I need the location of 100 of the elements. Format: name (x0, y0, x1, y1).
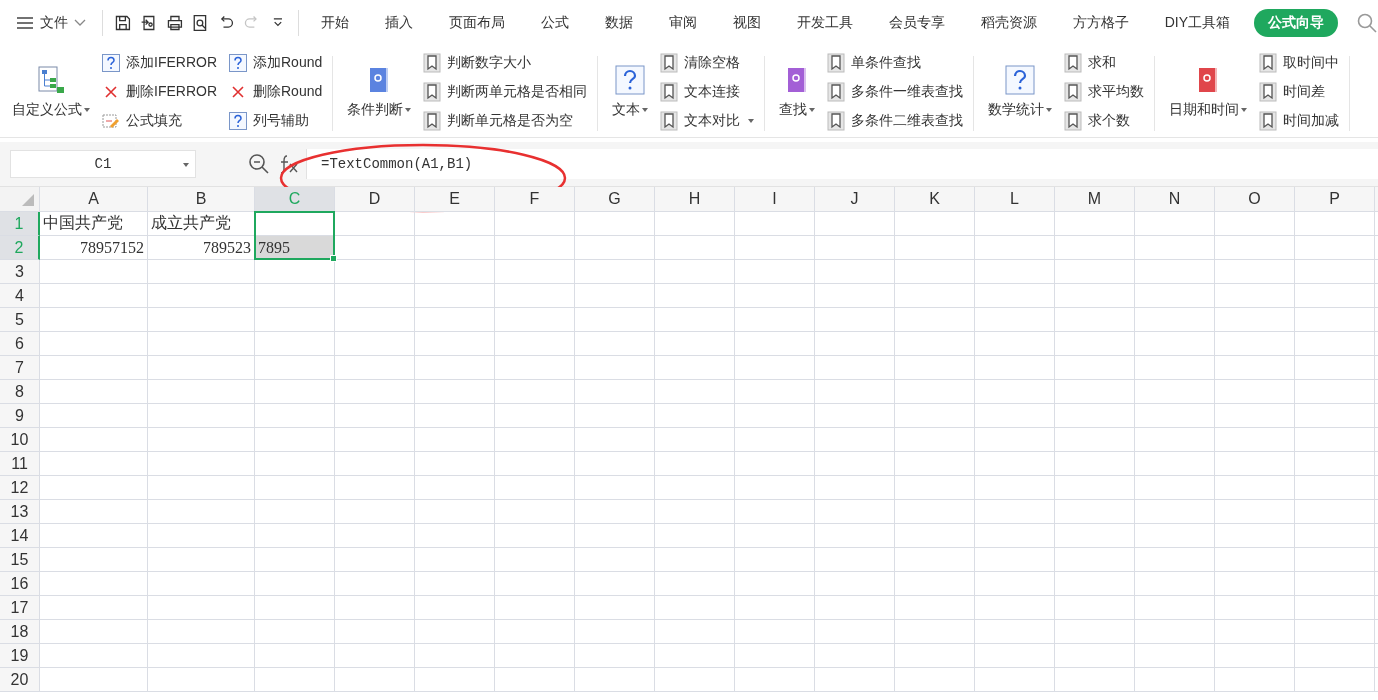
ribbon-large-button[interactable]: 查找 (767, 46, 822, 137)
ribbon-button[interactable]: 判断两单元格是否相同 (421, 79, 590, 104)
bookmark-icon (1259, 81, 1278, 102)
ribbon-large-button[interactable]: 文本 (600, 46, 655, 137)
bookmark-icon (423, 52, 442, 73)
row-header[interactable]: 18 (0, 620, 40, 644)
column-header[interactable]: G (575, 187, 655, 212)
bookmark-icon (660, 110, 679, 131)
row-header[interactable]: 11 (0, 452, 40, 476)
row-header[interactable]: 12 (0, 476, 40, 500)
bookmark-icon (1064, 110, 1083, 131)
row-header[interactable]: 20 (0, 668, 40, 692)
ribbon-tab[interactable]: 稻壳资源 (968, 9, 1049, 37)
ribbon-button[interactable]: 添加IFERROR (100, 50, 219, 75)
bookmark-icon (1064, 52, 1083, 73)
row-header[interactable]: 9 (0, 404, 40, 428)
column-header[interactable]: F (495, 187, 575, 212)
column-header[interactable]: M (1055, 187, 1135, 212)
bookmark-icon (1259, 110, 1278, 131)
ribbon-tab[interactable]: 审阅 (656, 9, 709, 37)
name-box[interactable]: C1 (10, 150, 196, 178)
row-header[interactable]: 13 (0, 500, 40, 524)
table-cell: 中国共产党 (40, 212, 148, 236)
bookmark-icon (660, 81, 679, 102)
search-icon[interactable] (1356, 12, 1378, 34)
ribbon-button[interactable]: 添加Round (227, 50, 325, 75)
ribbon-tab[interactable]: 会员专享 (876, 9, 957, 37)
ribbon-button[interactable]: 删除Round (227, 79, 325, 104)
ribbon-button[interactable]: 求和 (1062, 50, 1147, 75)
ribbon-large-button[interactable]: 条件判断 (335, 46, 418, 137)
ribbon-button[interactable]: 文本对比 (658, 108, 757, 133)
column-header[interactable]: D (335, 187, 415, 212)
ribbon-button[interactable]: 判断数字大小 (421, 50, 590, 75)
ribbon-button[interactable]: 时间差 (1257, 79, 1342, 104)
caret-icon (748, 118, 755, 123)
ribbon-button[interactable]: 求个数 (1062, 108, 1147, 133)
ribbon-button[interactable]: 多条件一维表查找 (825, 79, 966, 104)
column-header[interactable]: E (415, 187, 495, 212)
bookmark-icon (1064, 81, 1083, 102)
formula-input[interactable]: =TextCommon(A1,B1) (306, 149, 1378, 179)
bookmark-icon (827, 52, 846, 73)
ribbon-tab[interactable]: 插入 (372, 9, 425, 37)
ribbon-button[interactable]: 单条件查找 (825, 50, 966, 75)
column-header[interactable]: I (735, 187, 815, 212)
ribbon-button[interactable]: 列号辅助 (227, 108, 325, 133)
ribbon-tab[interactable]: 数据 (592, 9, 645, 37)
row-header[interactable]: 7 (0, 356, 40, 380)
column-header[interactable]: P (1295, 187, 1375, 212)
row-header[interactable]: 14 (0, 524, 40, 548)
caret-icon (84, 107, 90, 112)
column-header[interactable]: A (40, 187, 148, 212)
ribbon-tab[interactable]: 公式 (528, 9, 581, 37)
row-header[interactable]: 16 (0, 572, 40, 596)
row-header[interactable]: 17 (0, 596, 40, 620)
column-header[interactable]: O (1215, 187, 1295, 212)
row-header[interactable]: 4 (0, 284, 40, 308)
table-cell: 78957152 (40, 236, 148, 260)
ribbon-button[interactable]: 判断单元格是否为空 (421, 108, 590, 133)
ribbon-tab[interactable]: 页面布局 (436, 9, 517, 37)
row-header[interactable]: 10 (0, 428, 40, 452)
row-header[interactable]: 19 (0, 644, 40, 668)
file-menu[interactable]: 文件 (16, 14, 92, 32)
formula-fill-icon (102, 111, 120, 130)
ribbon-button[interactable]: 清除空格 (658, 50, 757, 75)
ribbon-large-button[interactable]: 自定义公式 (0, 46, 96, 137)
caret-icon (809, 107, 816, 112)
help-icon (615, 64, 646, 95)
column-header[interactable]: H (655, 187, 735, 212)
bookmark-icon (827, 81, 846, 102)
column-header[interactable]: N (1135, 187, 1215, 212)
bookmark-icon (1259, 52, 1278, 73)
function-icon[interactable] (278, 153, 300, 175)
ribbon-tab[interactable]: 方方格子 (1060, 9, 1141, 37)
ribbon-button[interactable]: 公式填充 (100, 108, 219, 133)
column-header[interactable]: K (895, 187, 975, 212)
ribbon-button[interactable]: 取时间中 (1257, 50, 1342, 75)
ribbon-button[interactable]: 多条件二维表查找 (825, 108, 966, 133)
ribbon-button[interactable]: 求平均数 (1062, 79, 1147, 104)
row-header[interactable]: 8 (0, 380, 40, 404)
ribbon-tab[interactable]: DIY工具箱 (1152, 9, 1242, 37)
ribbon-button[interactable]: 删除IFERROR (100, 79, 219, 104)
ribbon-tab[interactable]: 开发工具 (784, 9, 865, 37)
ribbon-large-button[interactable]: 数学统计 (976, 46, 1059, 137)
column-header[interactable]: L (975, 187, 1055, 212)
ribbon-tab[interactable]: 开始 (308, 9, 361, 37)
ribbon-tab[interactable]: 视图 (720, 9, 773, 37)
ribbon-button[interactable]: 时间加减 (1257, 108, 1342, 133)
row-header[interactable]: 5 (0, 308, 40, 332)
zoom-out-icon[interactable] (248, 153, 270, 175)
help-icon (102, 53, 120, 72)
table-cell: 成立共产党 (148, 212, 255, 236)
row-header[interactable]: 3 (0, 260, 40, 284)
ribbon-button[interactable]: 文本连接 (658, 79, 757, 104)
caret-icon (642, 107, 649, 112)
row-header[interactable]: 6 (0, 332, 40, 356)
help-icon (229, 111, 247, 130)
column-header[interactable]: J (815, 187, 895, 212)
ribbon-large-button[interactable]: 日期和时间 (1157, 46, 1254, 137)
row-header[interactable]: 15 (0, 548, 40, 572)
column-header[interactable]: B (148, 187, 255, 212)
